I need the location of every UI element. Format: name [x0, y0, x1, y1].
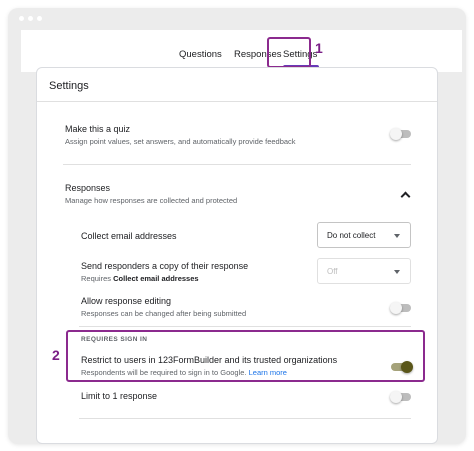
dropdown-caret-icon — [394, 234, 400, 238]
tab-questions[interactable]: Questions — [179, 49, 222, 60]
window-dot — [19, 16, 24, 21]
title-bar — [8, 8, 466, 30]
responses-subtitle: Manage how responses are collected and p… — [65, 196, 238, 205]
quiz-title: Make this a quiz — [65, 124, 131, 134]
section-divider — [63, 164, 411, 165]
subsection-divider — [79, 326, 411, 327]
form-header: Questions Responses Settings — [21, 30, 462, 72]
title-divider — [37, 101, 437, 102]
settings-card: Settings Make this a quiz Assign point v… — [36, 67, 438, 444]
collect-email-title: Collect email addresses — [81, 231, 177, 241]
tab-bar: Questions Responses Settings — [21, 30, 462, 72]
limit-toggle[interactable] — [390, 391, 411, 403]
window-dots — [19, 16, 42, 21]
quiz-toggle[interactable] — [390, 128, 411, 140]
allow-editing-toggle[interactable] — [390, 302, 411, 314]
toggle-knob — [390, 128, 402, 140]
bottom-divider — [79, 418, 411, 419]
collect-email-value: Do not collect — [327, 231, 376, 240]
allow-editing-title: Allow response editing — [81, 296, 172, 306]
limit-title: Limit to 1 response — [81, 391, 158, 401]
send-copy-value: Off — [327, 267, 338, 276]
send-copy-select[interactable]: Off — [317, 258, 411, 284]
window-dot — [37, 16, 42, 21]
toggle-knob — [390, 391, 402, 403]
quiz-subtitle: Assign point values, set answers, and au… — [65, 137, 296, 146]
collapse-chevron-icon[interactable] — [400, 191, 411, 202]
collect-email-select[interactable]: Do not collect — [317, 222, 411, 248]
step-marker-2: 2 — [52, 347, 60, 363]
step-marker-1: 1 — [315, 40, 323, 56]
dropdown-caret-icon — [394, 270, 400, 274]
window-dot — [28, 16, 33, 21]
allow-editing-subtitle: Responses can be changed after being sub… — [81, 309, 247, 318]
send-copy-subtitle: Requires Collect email addresses — [81, 274, 199, 283]
restrict-highlight — [66, 330, 425, 382]
settings-title: Settings — [49, 80, 89, 92]
settings-tab-highlight — [267, 37, 311, 68]
toggle-knob — [390, 302, 402, 314]
responses-title: Responses — [65, 183, 111, 193]
send-copy-title: Send responders a copy of their response — [81, 261, 249, 271]
